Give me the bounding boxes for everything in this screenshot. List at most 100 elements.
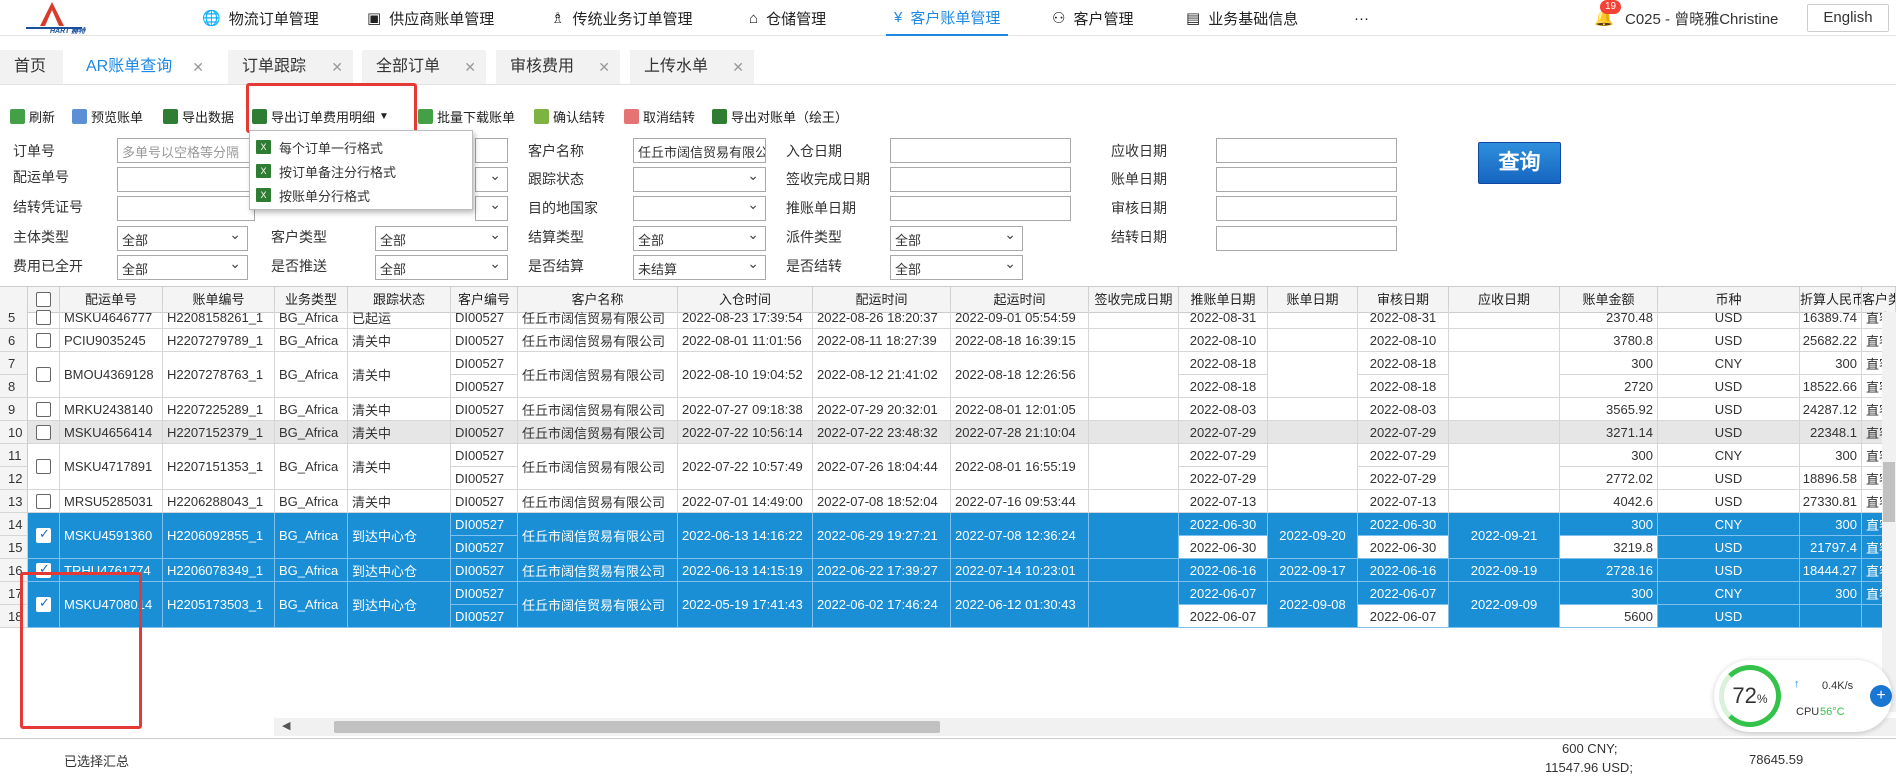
tab-upload-slip[interactable]: 上传水单 ✕ [630, 50, 754, 84]
confirm-transfer-button[interactable]: 确认结转 [534, 106, 605, 126]
entity-type-select[interactable]: 全部 [117, 226, 248, 251]
filter-select[interactable] [475, 167, 508, 192]
row-checkbox[interactable] [36, 493, 51, 509]
filter-input[interactable] [475, 138, 508, 163]
arrow-left-icon[interactable]: ◀ [282, 719, 290, 732]
close-icon[interactable]: ✕ [598, 50, 610, 84]
row-checkbox[interactable] [36, 526, 51, 543]
nav-traditional-orders[interactable]: ♗ 传统业务订单管理 [551, 0, 692, 36]
shipping-number-input[interactable] [117, 167, 255, 192]
tab-ar-bill-query[interactable]: AR账单查询 ✕ [72, 50, 214, 84]
tab-review-fees[interactable]: 审核费用 ✕ [496, 50, 620, 84]
table-row[interactable]: 5 MSKU4646777 H2208158261_1 BG_Africa 已起运 DI0… [0, 306, 1896, 329]
row-checkbox[interactable] [36, 309, 51, 325]
row-select-cell[interactable] [28, 306, 60, 329]
vertical-scrollbar[interactable] [1882, 312, 1896, 712]
plus-icon[interactable]: + [1870, 685, 1892, 707]
table-row[interactable]: 7 8 BMOU4369128 H2207278763_1 BG_Africa 清关中 DI… [0, 352, 1896, 398]
query-button[interactable]: 查询 [1478, 142, 1561, 184]
cell-bd [1268, 490, 1358, 513]
cancel-transfer-button[interactable]: 取消结转 [624, 106, 695, 126]
row-select-cell[interactable] [28, 444, 60, 490]
settlement-type-select[interactable]: 全部 [633, 226, 766, 251]
nav-supplier-bills[interactable]: ▣ 供应商账单管理 [367, 0, 494, 36]
filter-select[interactable] [475, 196, 508, 221]
voucher-number-input[interactable] [117, 196, 255, 221]
close-icon[interactable]: ✕ [464, 50, 476, 84]
cell-cur: USD [1658, 375, 1800, 398]
tracking-status-select[interactable] [633, 167, 766, 192]
close-icon[interactable]: ✕ [732, 50, 744, 84]
export-data-button[interactable]: 导出数据 [163, 106, 234, 126]
row-checkbox[interactable] [36, 459, 51, 474]
row-checkbox[interactable] [36, 332, 51, 348]
warehouse-date-input[interactable] [890, 138, 1071, 163]
nav-logistics-orders[interactable]: 🌐 物流订单管理 [202, 0, 319, 36]
preview-bill-button[interactable]: 预览账单 [72, 106, 143, 126]
row-select-cell[interactable] [28, 352, 60, 398]
customer-type-select[interactable]: 全部 [375, 226, 508, 251]
tab-home[interactable]: 首页 [0, 50, 63, 84]
nav-customer-management[interactable]: ⚇ 客户管理 [1052, 0, 1133, 36]
transfer-date-input[interactable] [1216, 226, 1397, 251]
cell-cname: 任丘市阔信贸易有限公司 [518, 398, 678, 421]
language-button[interactable]: English [1807, 4, 1889, 32]
row-select-cell[interactable] [28, 421, 60, 444]
filter-label: 是否结算 [528, 258, 584, 274]
close-icon[interactable]: ✕ [192, 50, 204, 84]
row-checkbox[interactable] [36, 401, 51, 417]
is-settled-select[interactable]: 未结算 [633, 255, 766, 280]
refresh-button[interactable]: 刷新 [10, 106, 55, 126]
close-icon[interactable]: ✕ [331, 50, 343, 84]
scroll-thumb[interactable] [334, 721, 940, 733]
nav-warehouse[interactable]: ⌂ 仓储管理 [749, 0, 826, 36]
is-pushed-select[interactable]: 全部 [375, 255, 508, 280]
menu-item-per-order[interactable]: X 每个订单一行格式 [250, 135, 472, 159]
horizontal-scrollbar[interactable]: ◀ [274, 718, 1896, 736]
push-bill-date-input[interactable] [890, 196, 1071, 221]
cell-bd [1268, 352, 1358, 398]
menu-item-by-remark[interactable]: X 按订单备注分行格式 [250, 159, 472, 183]
scroll-thumb[interactable] [1883, 462, 1895, 522]
row-checkbox[interactable] [36, 424, 51, 440]
fee-opened-select[interactable]: 全部 [117, 255, 248, 280]
table-row[interactable]: 6 PCIU9035245 H2207279789_1 BG_Africa 清关中 DI0… [0, 329, 1896, 352]
row-checkbox[interactable] [36, 367, 51, 382]
table-row[interactable]: 1718MSKU4708014H2205173503_1BG_Africa到达中… [0, 582, 1896, 628]
yen-icon: ¥ [894, 8, 903, 26]
delivery-type-select[interactable]: 全部 [890, 226, 1023, 251]
hart-logo[interactable]: HART 赫特 [18, 0, 90, 36]
export-statement-button[interactable]: 导出对账单（绘王） [712, 106, 848, 126]
cell-st: 清关中 [348, 490, 451, 513]
nav-more[interactable]: ··· [1354, 0, 1369, 36]
tab-all-orders[interactable]: 全部订单 ✕ [362, 50, 486, 84]
is-transferred-select[interactable]: 全部 [890, 255, 1023, 280]
table-row[interactable]: 11 12 MSKU4717891 H2207151353_1 BG_Africa 清关中… [0, 444, 1896, 490]
table-row[interactable]: 9 MRKU2438140 H2207225289_1 BG_Africa 清关中 DI0… [0, 398, 1896, 421]
batch-download-button[interactable]: 批量下载账单 [418, 106, 515, 126]
order-number-input[interactable]: 多单号以空格等分隔 [117, 138, 255, 163]
system-monitor-widget[interactable]: 72% ↑ 0.4K/s CPU 56°C + [1714, 660, 1892, 732]
table-row[interactable]: 13 MRSU5285031 H2206288043_1 BG_Africa 清关中 DI… [0, 490, 1896, 513]
receivable-date-input[interactable] [1216, 138, 1397, 163]
row-select-cell[interactable] [28, 490, 60, 513]
menu-item-by-bill[interactable]: X 按账单分行格式 [250, 183, 472, 207]
table-row[interactable]: 16TRHU4761774H2206078349_1BG_Africa到达中心仓… [0, 559, 1896, 582]
user-name[interactable]: C025 - 曾晓雅Christine [1625, 8, 1778, 29]
row-select-cell[interactable] [28, 398, 60, 421]
cpu-label: CPU [1796, 706, 1820, 718]
select-all-checkbox[interactable] [36, 292, 51, 307]
row-select-cell[interactable] [28, 513, 60, 559]
row-select-cell[interactable] [28, 329, 60, 352]
nav-customer-bills[interactable]: ¥ 客户账单管理 [886, 0, 1009, 36]
bill-date-input[interactable] [1216, 167, 1397, 192]
sign-complete-date-input[interactable] [890, 167, 1071, 192]
destination-country-select[interactable] [633, 196, 766, 221]
nav-basic-info[interactable]: ▤ 业务基础信息 [1186, 0, 1298, 36]
cell-bill: H2207279789_1 [163, 329, 275, 352]
review-date-input[interactable] [1216, 196, 1397, 221]
table-row[interactable]: 1415 MSKU4591360H2206092855_1BG_Africa到达中… [0, 513, 1896, 559]
tab-order-tracking[interactable]: 订单跟踪 ✕ [228, 50, 353, 84]
customer-name-input[interactable]: 任丘市阔信贸易有限公司 [633, 138, 766, 163]
table-row[interactable]: 10 MSKU4656414 H2207152379_1 BG_Africa 清关中 DI… [0, 421, 1896, 444]
